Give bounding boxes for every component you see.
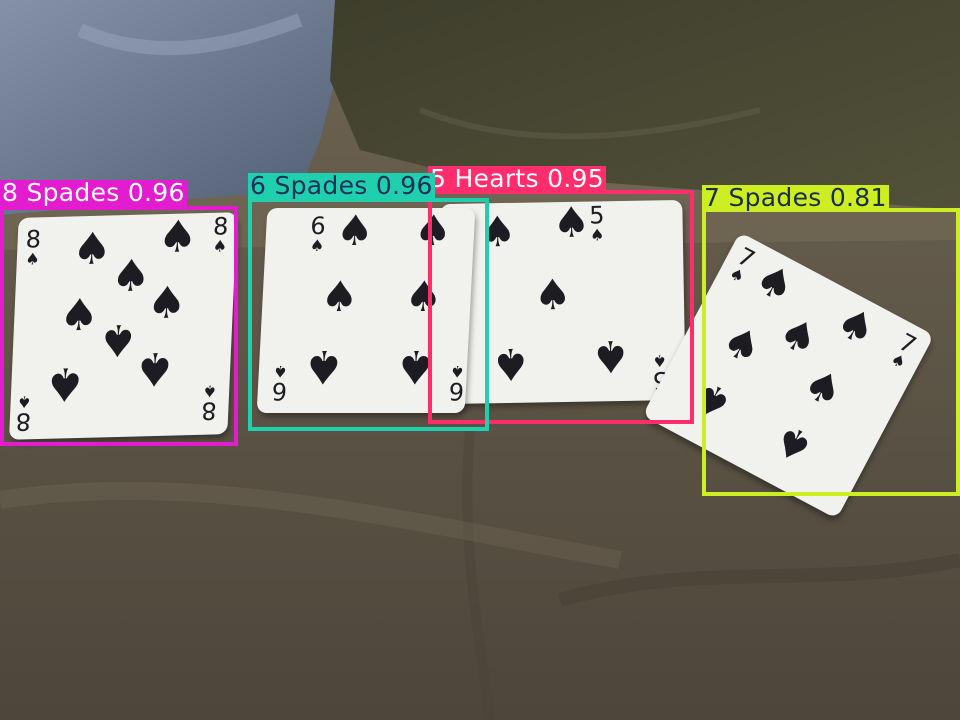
detection-box-8-spades bbox=[0, 206, 238, 446]
photo-scene: 8 ♠ 8 ♠ 8 ♠ 8 ♠ ♠ ♠ ♠ ♠ ♠ ♠ ♠ ♠ 5 ♠ 5 ♠ bbox=[0, 0, 960, 720]
detection-label: 8 Spades 0.96 bbox=[0, 178, 187, 207]
detection-label: 7 Spades 0.81 bbox=[702, 183, 889, 212]
detection-box-6-spades bbox=[248, 198, 489, 431]
detection-label: 5 Hearts 0.95 bbox=[428, 164, 606, 193]
detection-box-7-spades bbox=[702, 208, 960, 496]
detection-label: 6 Spades 0.96 bbox=[248, 171, 435, 200]
